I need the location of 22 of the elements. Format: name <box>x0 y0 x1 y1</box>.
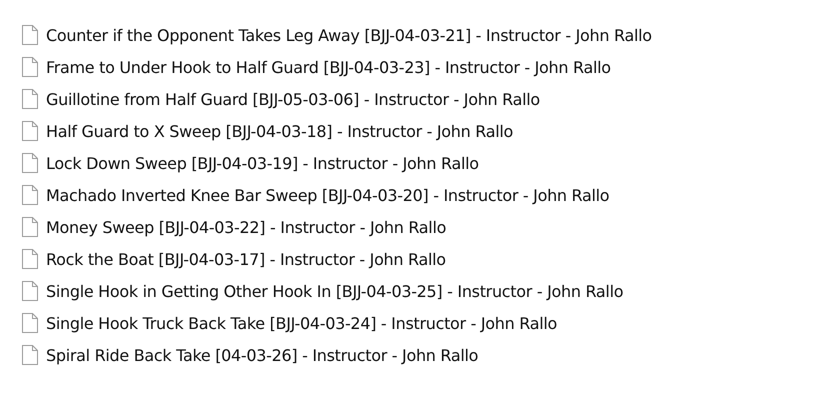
file-name[interactable]: Frame to Under Hook to Half Guard [BJJ-04-03-23] - Instructor - John Rallo <box>46 58 611 76</box>
file-icon <box>22 345 38 365</box>
file-icon <box>22 249 38 269</box>
file-name[interactable]: Spiral Ride Back Take [04-03-26] - Instructor - John Rallo <box>46 346 478 364</box>
file-name[interactable]: Single Hook Truck Back Take [BJJ-04-03-24] - Instructor - John Rallo <box>46 314 557 332</box>
file-name[interactable]: Counter if the Opponent Takes Leg Away [BJJ-04-03-21] - Instructor - John Rallo <box>46 26 652 44</box>
file-icon <box>22 185 38 205</box>
file-name[interactable]: Half Guard to X Sweep [BJJ-04-03-18] - Instructor - John Rallo <box>46 122 514 140</box>
file-icon <box>22 313 38 333</box>
file-icon <box>22 121 38 141</box>
file-icon <box>22 281 38 301</box>
file-icon <box>22 89 38 109</box>
file-icon <box>22 153 38 173</box>
file-name[interactable]: Guillotine from Half Guard [BJJ-05-03-06] - Instructor - John Rallo <box>46 90 540 108</box>
file-name[interactable]: Machado Inverted Knee Bar Sweep [BJJ-04-03-20] - Instructor - John Rallo <box>46 186 610 204</box>
file-name[interactable]: Lock Down Sweep [BJJ-04-03-19] - Instructor - John Rallo <box>46 154 479 172</box>
file-name[interactable]: Rock the Boat [BJJ-04-03-17] - Instructor - John Rallo <box>46 250 446 268</box>
file-icon <box>22 217 38 237</box>
file-icon <box>22 25 38 45</box>
file-name[interactable]: Money Sweep [BJJ-04-03-22] - Instructor - John Rallo <box>46 218 446 236</box>
file-name[interactable]: Single Hook in Getting Other Hook In [BJJ-04-03-25] - Instructor - John Rallo <box>46 282 624 300</box>
file-icon <box>22 57 38 77</box>
